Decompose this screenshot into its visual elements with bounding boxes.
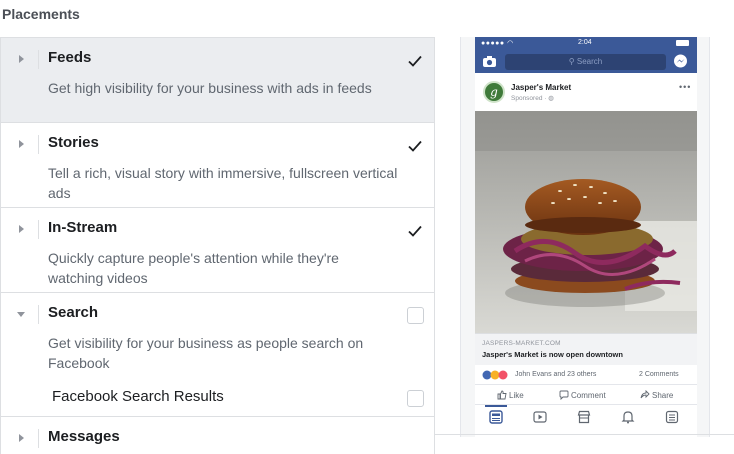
placement-row-messages[interactable]: Messages (1, 417, 434, 454)
search-placeholder: Search (576, 57, 603, 66)
placement-description: Tell a rich, visual story with immersive… (48, 165, 398, 201)
caret-right-icon[interactable] (15, 138, 27, 150)
link-headline: Jasper's Market is now open downtown (482, 350, 623, 359)
reactions-bar: John Evans and 23 others 2 Comments (475, 365, 697, 385)
bottom-tab-bar (475, 405, 697, 429)
page-avatar: g (483, 81, 505, 103)
checkmark-icon[interactable] (406, 52, 424, 70)
ad-preview-screen: ●●●●● ◠ 2:04 ⚲ Search g Jasper's Market … (475, 37, 697, 437)
checkmark-icon[interactable] (406, 222, 424, 240)
comments-count: 2 Comments (639, 371, 679, 378)
placement-title: Stories (48, 134, 99, 151)
placements-list: Feeds Get high visibility for your busin… (0, 37, 435, 454)
placement-row-search[interactable]: Search Get visibility for your business … (1, 293, 434, 417)
post-header: g Jasper's Market Sponsored · ◍ ••• (475, 73, 697, 111)
post-actions: Like Comment Share (475, 385, 697, 405)
link-domain: JASPERS-MARKET.COM (482, 340, 561, 347)
divider (38, 220, 39, 239)
caret-right-icon[interactable] (15, 53, 27, 65)
placement-title: Search (48, 304, 99, 321)
notifications-icon (621, 411, 635, 424)
share-icon (640, 389, 650, 399)
reaction-icons (482, 370, 508, 380)
active-tab-indicator (485, 405, 507, 407)
divider (435, 434, 734, 435)
globe-icon: ◍ (548, 95, 554, 102)
facebook-nav-bar: ⚲ Search (475, 50, 697, 73)
page-name: Jasper's Market (511, 83, 572, 92)
divider (38, 135, 39, 154)
divider (38, 429, 39, 448)
battery-icon (676, 40, 689, 46)
placement-title: Messages (48, 428, 120, 445)
search-icon: ⚲ (568, 57, 577, 66)
facebook-search-results-checkbox[interactable] (407, 390, 424, 407)
placement-row-stories[interactable]: Stories Tell a rich, visual story with i… (1, 123, 434, 208)
link-preview: JASPERS-MARKET.COM Jasper's Market is no… (475, 333, 697, 365)
video-icon (533, 411, 547, 423)
camera-icon (483, 56, 496, 67)
signal-indicator: ●●●●● ◠ (481, 40, 514, 47)
placement-description: Get high visibility for your business wi… (48, 80, 372, 96)
placement-row-in-stream[interactable]: In-Stream Quickly capture people's atten… (1, 208, 434, 293)
placement-description: Get visibility for your business as peop… (48, 335, 364, 371)
subplacement-label: Facebook Search Results (52, 388, 224, 405)
placements-heading: Placements (2, 6, 80, 22)
menu-icon (665, 410, 679, 424)
search-checkbox[interactable] (407, 307, 424, 324)
status-bar: ●●●●● ◠ 2:04 (475, 37, 697, 50)
caret-right-icon[interactable] (15, 223, 27, 235)
messenger-icon (674, 54, 687, 68)
like-action: Like (497, 390, 524, 400)
news-feed-icon (489, 410, 503, 424)
caret-right-icon[interactable] (15, 432, 27, 444)
like-icon (497, 390, 507, 400)
placement-title: In-Stream (48, 219, 118, 236)
status-time: 2:04 (578, 39, 592, 46)
divider (38, 305, 39, 324)
placement-row-feeds[interactable]: Feeds Get high visibility for your busin… (1, 38, 434, 123)
reactions-count: John Evans and 23 others (515, 371, 597, 378)
search-bar: ⚲ Search (505, 54, 666, 70)
ad-image-burger (475, 111, 697, 333)
placement-description: Quickly capture people's attention while… (48, 250, 339, 286)
comment-action: Comment (559, 390, 606, 401)
marketplace-icon (577, 410, 591, 424)
divider (38, 50, 39, 69)
comment-icon (559, 390, 569, 401)
more-options-icon: ••• (679, 82, 692, 92)
caret-down-icon[interactable] (15, 308, 27, 320)
ad-preview-phone: ●●●●● ◠ 2:04 ⚲ Search g Jasper's Market … (460, 37, 710, 437)
placement-title: Feeds (48, 49, 92, 66)
share-action: Share (640, 389, 673, 400)
sponsored-label: Sponsored · ◍ (511, 95, 554, 102)
checkmark-icon[interactable] (406, 137, 424, 155)
